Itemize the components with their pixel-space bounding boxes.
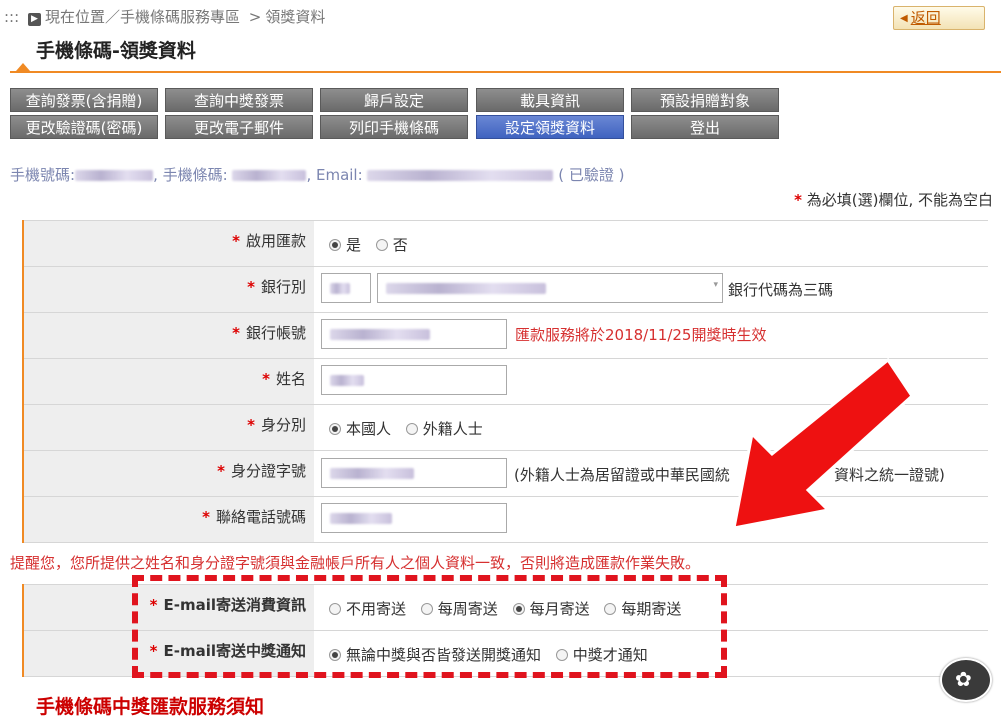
radio-label: 否 — [392, 236, 408, 254]
account-redacted — [330, 329, 430, 340]
phone-number-label: 聯絡電話號碼 — [215, 508, 306, 526]
required-star: * — [232, 232, 240, 250]
title-divider — [10, 71, 1001, 73]
label-cell: * 啟用匯款 — [24, 221, 314, 266]
dropdown-icon: ▾ — [713, 280, 718, 290]
bank-name-select[interactable]: ▾ — [377, 273, 723, 303]
radio-label: 是 — [346, 236, 362, 254]
breadcrumb-section[interactable]: 手機條碼服務專區 — [120, 8, 240, 26]
value-cell: 是 否 — [315, 221, 988, 266]
required-note-text: 為必填(選)欄位, 不能為空白 — [806, 191, 993, 209]
account-label: 銀行帳號 — [245, 324, 306, 342]
id-number-input[interactable] — [321, 458, 507, 488]
identity-label: 身分別 — [260, 416, 306, 434]
location-icon: ▶ — [27, 13, 41, 26]
radio-dot — [405, 422, 418, 435]
required-note: * 為必填(選)欄位, 不能為空白 — [794, 189, 993, 210]
name-redacted — [330, 375, 364, 386]
bank-code-input[interactable] — [321, 273, 371, 303]
id-number-label: 身分證字號 — [230, 462, 306, 480]
radio-dot — [329, 422, 341, 435]
remit-no-radio[interactable]: 否 — [375, 234, 408, 255]
label-cell: * 銀行別 — [24, 267, 314, 312]
breadcrumb-prefix: ::: — [4, 8, 20, 26]
breadcrumb-page: 領獎資料 — [265, 8, 326, 26]
name-input[interactable] — [321, 365, 507, 395]
name-label: 姓名 — [275, 370, 306, 388]
red-arrow-icon — [732, 357, 914, 530]
paw-glyph: ✿ — [955, 667, 972, 691]
email-value-redacted — [367, 170, 554, 181]
required-star: * — [247, 416, 255, 434]
breadcrumb-separator: ／ — [104, 8, 120, 26]
breadcrumb-arrow: > — [248, 8, 262, 26]
row-bank: * 銀行別 ▾ 銀行代碼為三碼 — [24, 266, 988, 312]
nav-household-settings[interactable]: 歸戶設定 — [320, 88, 468, 112]
nav-change-email[interactable]: 更改電子郵件 — [165, 115, 313, 139]
breadcrumb-current-label: 現在位置 — [44, 8, 105, 26]
bank-code-redacted — [330, 283, 350, 294]
back-button-label: 返回 — [910, 9, 941, 27]
identity-foreigner-radio[interactable]: 外籍人士 — [405, 418, 483, 439]
bank-name-redacted — [386, 283, 546, 294]
footer-title: 手機條碼中獎匯款服務須知 — [36, 696, 265, 718]
breadcrumb: ::: ▶ 現在位置／手機條碼服務專區 > 領獎資料 — [4, 6, 325, 27]
label-cell: * 聯絡電話號碼 — [24, 497, 314, 542]
highlight-box — [132, 575, 727, 678]
phone-label: 手機號碼: — [10, 166, 76, 184]
label-cell: * 銀行帳號 — [24, 313, 314, 358]
bank-hint: 銀行代碼為三碼 — [728, 281, 834, 299]
label-cell: * 身分別 — [24, 405, 314, 450]
phone-redacted — [330, 513, 392, 524]
paw-logo-icon: ✿ — [940, 658, 992, 702]
required-star: * — [247, 278, 255, 296]
id-number-redacted — [330, 468, 414, 479]
bank-label: 銀行別 — [260, 278, 306, 296]
row-enable-remit: * 啟用匯款 是 否 — [24, 220, 988, 266]
value-cell: ▾ 銀行代碼為三碼 — [315, 267, 988, 312]
back-button[interactable]: ◀ 返回 — [893, 6, 985, 30]
required-star: * — [794, 191, 802, 209]
nav-print-barcode[interactable]: 列印手機條碼 — [320, 115, 468, 139]
required-star: * — [217, 462, 225, 480]
page-title: 手機條碼-領獎資料 — [36, 40, 196, 62]
radio-label: 本國人 — [346, 420, 392, 438]
label-cell: * 身分證字號 — [24, 451, 314, 496]
arrow-shape — [732, 357, 914, 530]
barcode-label: , 手機條碼: — [153, 166, 228, 184]
identity-citizen-radio[interactable]: 本國人 — [329, 418, 391, 439]
back-arrow-icon: ◀ — [900, 13, 908, 24]
nav-carrier-info[interactable]: 載具資訊 — [476, 88, 624, 112]
nav-default-donation[interactable]: 預設捐贈對象 — [631, 88, 779, 112]
remit-yes-radio[interactable]: 是 — [329, 234, 361, 255]
nav-query-winning[interactable]: 查詢中獎發票 — [165, 88, 313, 112]
verified-status: ( 已驗證 ) — [558, 166, 625, 184]
nav-query-invoice[interactable]: 查詢發票(含捐贈) — [10, 88, 158, 112]
reminder-text: 提醒您，您所提供之姓名和身分證字號須與金融帳戶所有人之個人資料一致，否則將造成匯… — [10, 554, 701, 572]
phone-value-redacted — [75, 170, 154, 181]
phone-input[interactable] — [321, 503, 507, 533]
radio-dot — [375, 238, 388, 251]
title-pointer-icon — [16, 63, 30, 71]
radio-dot — [329, 238, 341, 251]
nav-change-password[interactable]: 更改驗證碼(密碼) — [10, 115, 158, 139]
nav-logout[interactable]: 登出 — [631, 115, 779, 139]
email-label: , Email: — [306, 166, 363, 184]
enable-remit-label: 啟用匯款 — [245, 232, 306, 250]
barcode-value-redacted — [232, 170, 307, 181]
bank-account-input[interactable] — [321, 319, 507, 349]
required-star: * — [232, 324, 240, 342]
id-number-hint: (外籍人士為居留證或中華民國統 — [514, 466, 730, 484]
label-cell: * 姓名 — [24, 359, 314, 404]
account-info: 手機號碼: , 手機條碼: , Email: ( 已驗證 ) — [10, 164, 624, 185]
nav-prize-settings[interactable]: 設定領獎資料 — [476, 115, 624, 139]
required-star: * — [202, 508, 210, 526]
radio-label: 外籍人士 — [422, 420, 483, 438]
required-star: * — [262, 370, 270, 388]
